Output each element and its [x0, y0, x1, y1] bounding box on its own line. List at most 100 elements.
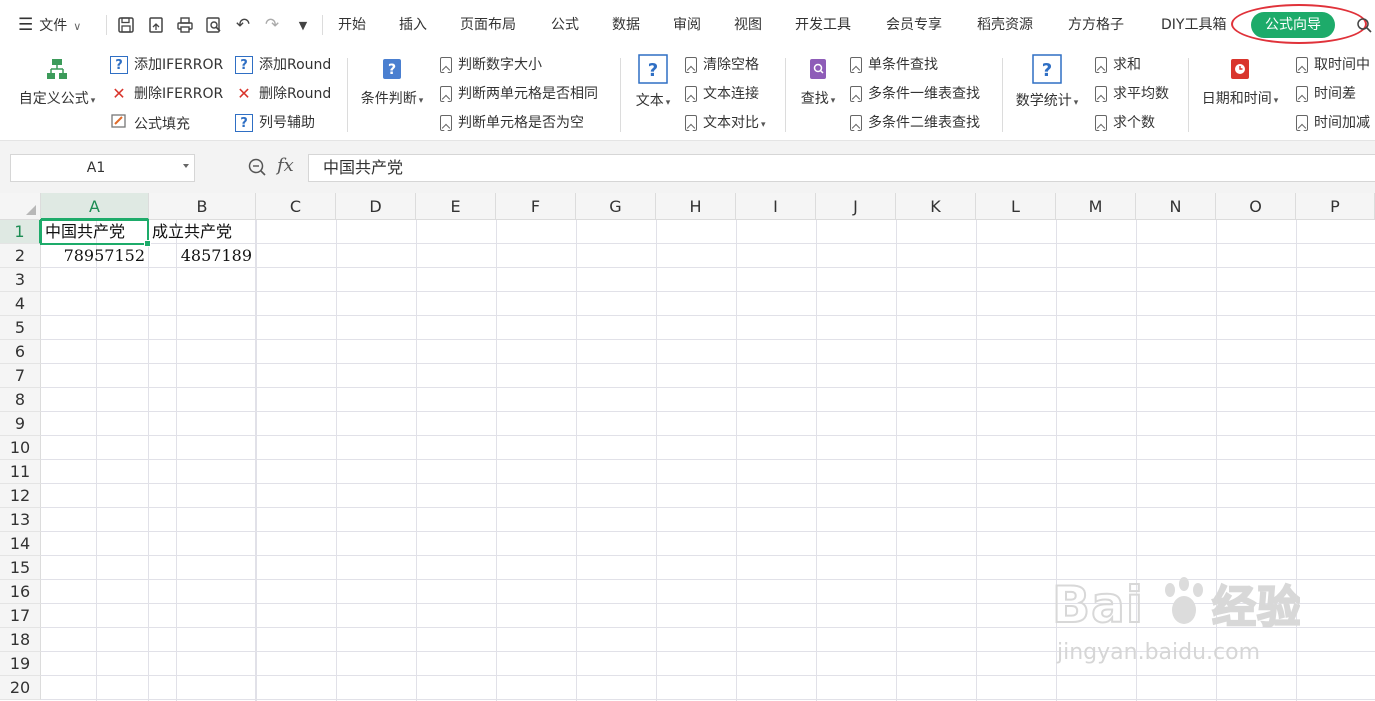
column-header-c[interactable]: C — [256, 193, 336, 220]
math-stats-button[interactable]: ? 数学统计 ▾ — [1010, 54, 1084, 110]
tab-data[interactable]: 数据 — [612, 14, 640, 36]
row-header-13[interactable]: 13 — [0, 508, 41, 532]
row-header-14[interactable]: 14 — [0, 532, 41, 556]
column-header-l[interactable]: L — [976, 193, 1056, 220]
column-header-i[interactable]: I — [736, 193, 816, 220]
formula-input[interactable]: 中国共产党 — [308, 154, 1375, 182]
row-header-16[interactable]: 16 — [0, 580, 41, 604]
row-header-7[interactable]: 7 — [0, 364, 41, 388]
question-icon: ? — [110, 56, 128, 74]
row-header-6[interactable]: 6 — [0, 340, 41, 364]
row-header-15[interactable]: 15 — [0, 556, 41, 580]
find-button[interactable]: 查找 ▾ — [795, 56, 841, 108]
column-header-j[interactable]: J — [816, 193, 896, 220]
undo-icon[interactable]: ↶ — [232, 13, 254, 37]
tab-view[interactable]: 视图 — [734, 14, 762, 36]
multi-condition-2d-find-button[interactable]: 多条件二维表查找 — [850, 112, 980, 134]
column-header-m[interactable]: M — [1056, 193, 1136, 220]
condition-judge-button[interactable]: ? 条件判断 ▾ — [356, 56, 428, 108]
custom-formula-button[interactable]: 自定义公式 ▾ — [12, 56, 102, 108]
judge-cells-same-button[interactable]: 判断两单元格是否相同 — [440, 83, 598, 105]
tab-insert[interactable]: 插入 — [399, 14, 427, 36]
print-icon[interactable] — [174, 13, 196, 37]
print-preview-icon[interactable] — [203, 13, 225, 37]
column-header-e[interactable]: E — [416, 193, 496, 220]
date-time-button[interactable]: 日期和时间 ▾ — [1196, 56, 1284, 108]
more-dropdown-icon[interactable]: ▼ — [292, 13, 314, 37]
select-all-corner[interactable] — [0, 193, 41, 220]
count-button[interactable]: 求个数 — [1095, 112, 1155, 134]
row-header-19[interactable]: 19 — [0, 652, 41, 676]
cell-a2[interactable]: 78957152 — [45, 244, 145, 268]
text-compare-button[interactable]: 文本对比 ▾ — [685, 112, 766, 134]
column-header-g[interactable]: G — [576, 193, 656, 220]
tab-member[interactable]: 会员专享 — [886, 14, 942, 36]
row-header-3[interactable]: 3 — [0, 268, 41, 292]
row-header-17[interactable]: 17 — [0, 604, 41, 628]
tab-review[interactable]: 审阅 — [673, 14, 701, 36]
single-condition-find-button[interactable]: 单条件查找 — [850, 54, 938, 76]
fx-icon[interactable]: fx — [277, 155, 294, 176]
text-button[interactable]: ? 文本 ▾ — [630, 54, 676, 110]
row-header-5[interactable]: 5 — [0, 316, 41, 340]
row-header-8[interactable]: 8 — [0, 388, 41, 412]
row-header-11[interactable]: 11 — [0, 460, 41, 484]
tab-fangfang[interactable]: 方方格子 — [1068, 14, 1124, 36]
delete-round-button[interactable]: ✕ 删除Round — [235, 83, 331, 105]
ribbon-toolbar: 自定义公式 ▾ ? 添加IFERROR ✕ 删除IFERROR 公式填充 ? 添加Rou… — [0, 50, 1375, 141]
row-header-18[interactable]: 18 — [0, 628, 41, 652]
formula-fill-button[interactable]: 公式填充 — [110, 112, 190, 134]
text-join-button[interactable]: 文本连接 — [685, 83, 759, 105]
column-helper-button[interactable]: ? 列号辅助 — [235, 112, 315, 134]
row-header-20[interactable]: 20 — [0, 676, 41, 700]
average-button[interactable]: 求平均数 — [1095, 83, 1169, 105]
tab-formula[interactable]: 公式 — [551, 14, 579, 36]
row-header-2[interactable]: 2 — [0, 244, 41, 268]
column-header-o[interactable]: O — [1216, 193, 1296, 220]
export-icon[interactable] — [145, 13, 167, 37]
column-header-h[interactable]: H — [656, 193, 736, 220]
column-header-p[interactable]: P — [1296, 193, 1375, 220]
delete-iferror-button[interactable]: ✕ 删除IFERROR — [110, 83, 223, 105]
time-diff-button[interactable]: 时间差 — [1296, 83, 1356, 105]
tab-start[interactable]: 开始 — [338, 14, 366, 36]
column-header-a[interactable]: A — [41, 193, 149, 220]
column-header-k[interactable]: K — [896, 193, 976, 220]
file-menu[interactable]: ☰ 文件 ∨ — [18, 14, 81, 36]
get-time-part-button[interactable]: 取时间中 — [1296, 54, 1370, 76]
column-header-n[interactable]: N — [1136, 193, 1216, 220]
row-header-10[interactable]: 10 — [0, 436, 41, 460]
bookmark-icon — [850, 86, 862, 102]
tab-page-layout[interactable]: 页面布局 — [460, 14, 516, 36]
cell-b1[interactable]: 成立共产党 — [152, 220, 252, 244]
judge-cell-empty-button[interactable]: 判断单元格是否为空 — [440, 112, 584, 134]
judge-number-size-button[interactable]: 判断数字大小 — [440, 54, 542, 76]
column-header-f[interactable]: F — [496, 193, 576, 220]
clear-space-button[interactable]: 清除空格 — [685, 54, 759, 76]
add-round-button[interactable]: ? 添加Round — [235, 54, 331, 76]
redo-icon[interactable]: ↷ — [261, 13, 283, 37]
chevron-down-icon[interactable] — [183, 164, 189, 168]
time-add-subtract-button[interactable]: 时间加减 — [1296, 112, 1370, 134]
tab-diy-toolbox[interactable]: DIY工具箱 — [1161, 14, 1233, 36]
column-header-d[interactable]: D — [336, 193, 416, 220]
divider — [322, 15, 323, 35]
hamburger-icon: ☰ — [18, 15, 34, 35]
custom-formula-label: 自定义公式 — [18, 91, 89, 107]
row-header-1[interactable]: 1 — [0, 220, 41, 244]
column-header-b[interactable]: B — [149, 193, 256, 220]
zoom-search-icon[interactable] — [247, 157, 267, 181]
add-iferror-button[interactable]: ? 添加IFERROR — [110, 54, 223, 76]
cell-b2[interactable]: 4857189 — [152, 244, 252, 268]
tab-docer[interactable]: 稻壳资源 — [977, 14, 1033, 36]
fill-handle[interactable] — [144, 240, 151, 247]
name-box[interactable]: A1 — [10, 154, 195, 182]
search-icon[interactable] — [1353, 13, 1375, 37]
row-header-12[interactable]: 12 — [0, 484, 41, 508]
multi-condition-1d-find-button[interactable]: 多条件一维表查找 — [850, 83, 980, 105]
tab-developer[interactable]: 开发工具 — [795, 14, 851, 36]
row-header-4[interactable]: 4 — [0, 292, 41, 316]
sum-button[interactable]: 求和 — [1095, 54, 1141, 76]
row-header-9[interactable]: 9 — [0, 412, 41, 436]
save-icon[interactable] — [115, 13, 137, 37]
